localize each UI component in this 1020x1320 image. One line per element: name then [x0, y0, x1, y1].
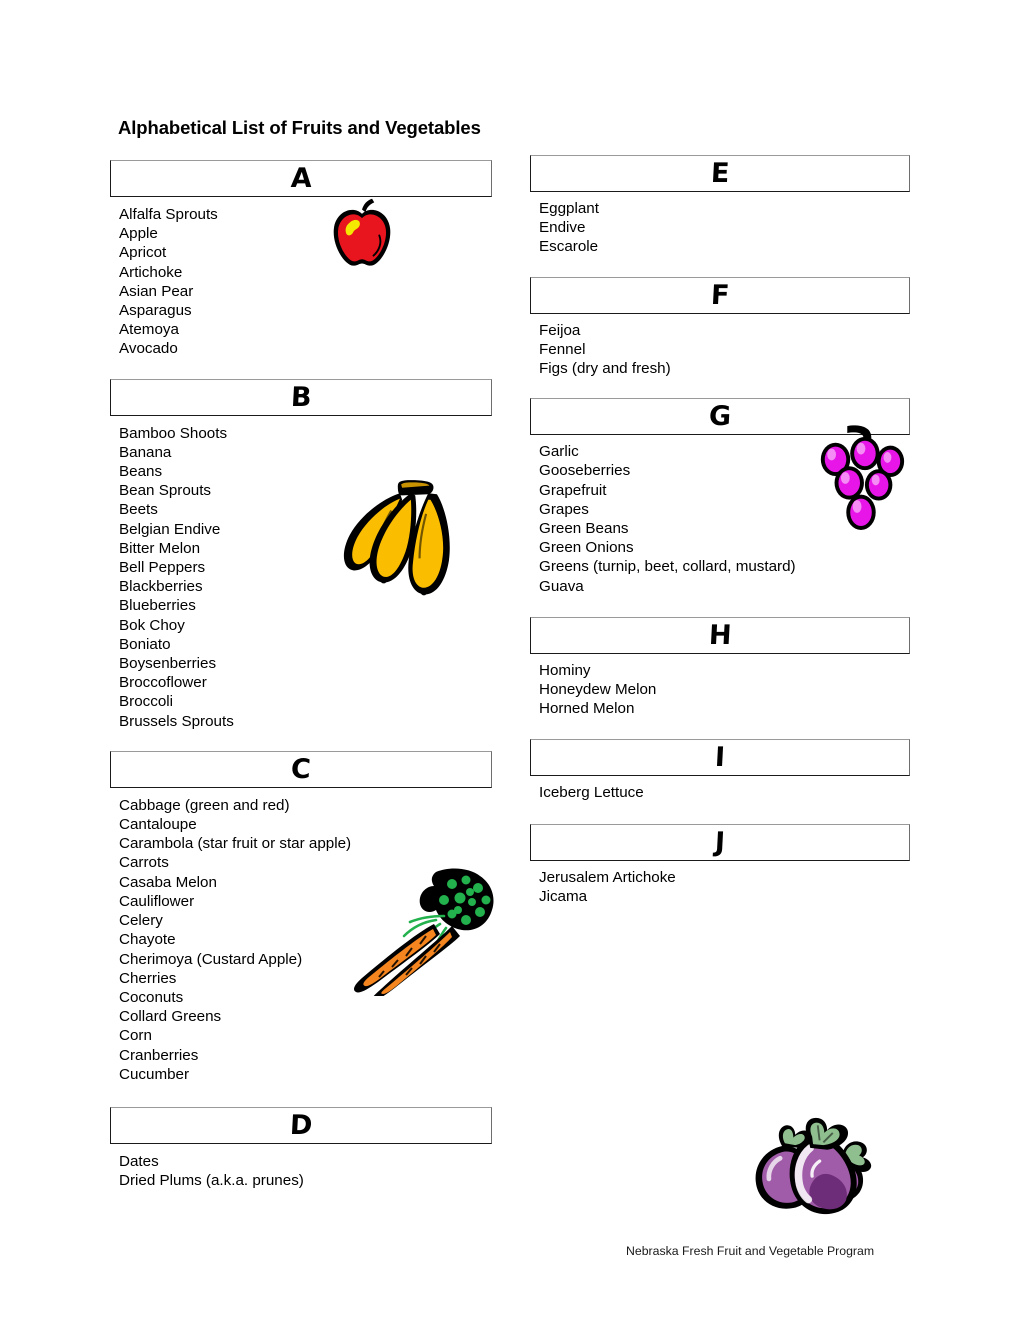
item-list-d: Dates Dried Plums (a.k.a. prunes): [110, 1144, 492, 1190]
section-e: E Eggplant Endive Escarole: [530, 155, 910, 257]
list-item: Bamboo Shoots: [119, 424, 228, 442]
section-h: H Hominy Honeydew Melon Horned Melon: [530, 616, 910, 719]
item-list-f: Feijoa Fennel Figs (dry and fresh): [530, 314, 910, 379]
section-i: I Iceberg Lettuce: [530, 739, 910, 802]
list-item: Honeydew Melon: [539, 681, 657, 699]
list-item: Jicama: [539, 887, 588, 905]
letter-glyph-b: B: [289, 381, 313, 413]
letter-glyph-g: G: [708, 401, 732, 433]
list-item: Alfalfa Sprouts: [119, 206, 218, 223]
letter-header-b: B: [110, 378, 492, 416]
letter-header-f: F: [530, 276, 910, 314]
item-list-e: Eggplant Endive Escarole: [530, 192, 910, 257]
letter-glyph-h: H: [707, 619, 733, 651]
letter-glyph-e: E: [709, 158, 731, 189]
list-item: Dried Plums (a.k.a. prunes): [119, 1172, 304, 1190]
list-item: Cabbage (green and red): [119, 796, 290, 814]
list-item: Broccoli: [119, 693, 174, 711]
footer-text: Nebraska Fresh Fruit and Vegetable Progr…: [626, 1244, 875, 1258]
list-item: Endive: [539, 219, 586, 237]
list-item: Guava: [539, 577, 584, 595]
list-item: Boniato: [119, 635, 171, 653]
item-list-h: Hominy Honeydew Melon Horned Melon: [530, 654, 910, 719]
list-item: Atemoya: [119, 321, 179, 339]
list-item: Boysenberries: [119, 655, 217, 673]
list-item: Apricot: [119, 244, 167, 262]
list-item: Apple: [119, 225, 158, 243]
carrot-clipart-icon: [340, 866, 500, 996]
list-item: Asian Pear: [119, 282, 194, 300]
section-j: J Jerusalem Artichoke Jicama: [530, 823, 910, 906]
grapes-clipart-icon: [812, 424, 910, 534]
letter-header-e: E: [530, 155, 910, 192]
letter-header-i: I: [530, 739, 910, 777]
list-item: Cucumber: [119, 1065, 190, 1083]
list-item: Banana: [119, 443, 172, 461]
letter-glyph-a: A: [289, 163, 313, 194]
list-item: Iceberg Lettuce: [539, 784, 644, 802]
list-item: Escarole: [539, 238, 599, 256]
section-f: F Feijoa Fennel Figs (dry and fresh): [530, 276, 910, 379]
list-item: Fennel: [539, 340, 586, 358]
list-item: Carambola (star fruit or star apple): [119, 835, 352, 853]
letter-header-d: D: [110, 1106, 492, 1144]
list-item: Hominy: [539, 661, 591, 679]
apple-clipart-icon: [324, 198, 400, 270]
list-item: Dates: [119, 1152, 159, 1170]
list-item: Bok Choy: [119, 616, 185, 634]
item-list-a: Alfalfa Sprouts Apple Apricot Artichoke …: [110, 197, 492, 359]
list-item: Brussels Sprouts: [119, 712, 234, 730]
list-item: Cranberries: [119, 1046, 199, 1064]
letter-header-h: H: [530, 616, 910, 654]
list-item: Artichoke: [119, 263, 183, 281]
list-item: Corn: [119, 1027, 152, 1045]
page-title: Alphabetical List of Fruits and Vegetabl…: [118, 117, 481, 138]
item-list-i: Iceberg Lettuce: [530, 776, 910, 802]
letter-glyph-d: D: [288, 1109, 314, 1141]
left-column: A Alfalfa Sprouts Apple Apricot Artichok…: [110, 160, 492, 1190]
section-d: D Dates Dried Plums (a.k.a. prunes): [110, 1106, 492, 1190]
letter-header-a: A: [110, 160, 492, 197]
banana-clipart-icon: [334, 478, 466, 603]
item-list-j: Jerusalem Artichoke Jicama: [530, 861, 910, 906]
letter-glyph-f: F: [709, 279, 731, 311]
list-item: Jerusalem Artichoke: [539, 868, 676, 886]
section-a: A Alfalfa Sprouts Apple Apricot Artichok…: [110, 160, 492, 359]
letter-glyph-i: I: [714, 742, 726, 774]
list-item: Avocado: [119, 340, 178, 358]
list-item: Feijoa: [539, 321, 581, 339]
list-item: Eggplant: [539, 200, 599, 217]
list-item: Collard Greens: [119, 1008, 222, 1026]
list-item: Green Onions: [539, 539, 634, 557]
list-item: Horned Melon: [539, 700, 635, 718]
list-item: Broccoflower: [119, 674, 207, 692]
list-item: Asparagus: [119, 302, 192, 320]
list-item: Greens (turnip, beet, collard, mustard): [539, 558, 796, 576]
letter-header-j: J: [530, 823, 910, 861]
letter-header-c: C: [110, 750, 492, 788]
document-page: Alphabetical List of Fruits and Vegetabl…: [0, 0, 1020, 1320]
eggplant-clipart-icon: [748, 1116, 880, 1224]
letter-glyph-j: J: [714, 826, 726, 858]
list-item: Figs (dry and fresh): [539, 360, 671, 378]
list-item: Cantaloupe: [119, 816, 197, 834]
letter-glyph-c: C: [290, 753, 312, 785]
